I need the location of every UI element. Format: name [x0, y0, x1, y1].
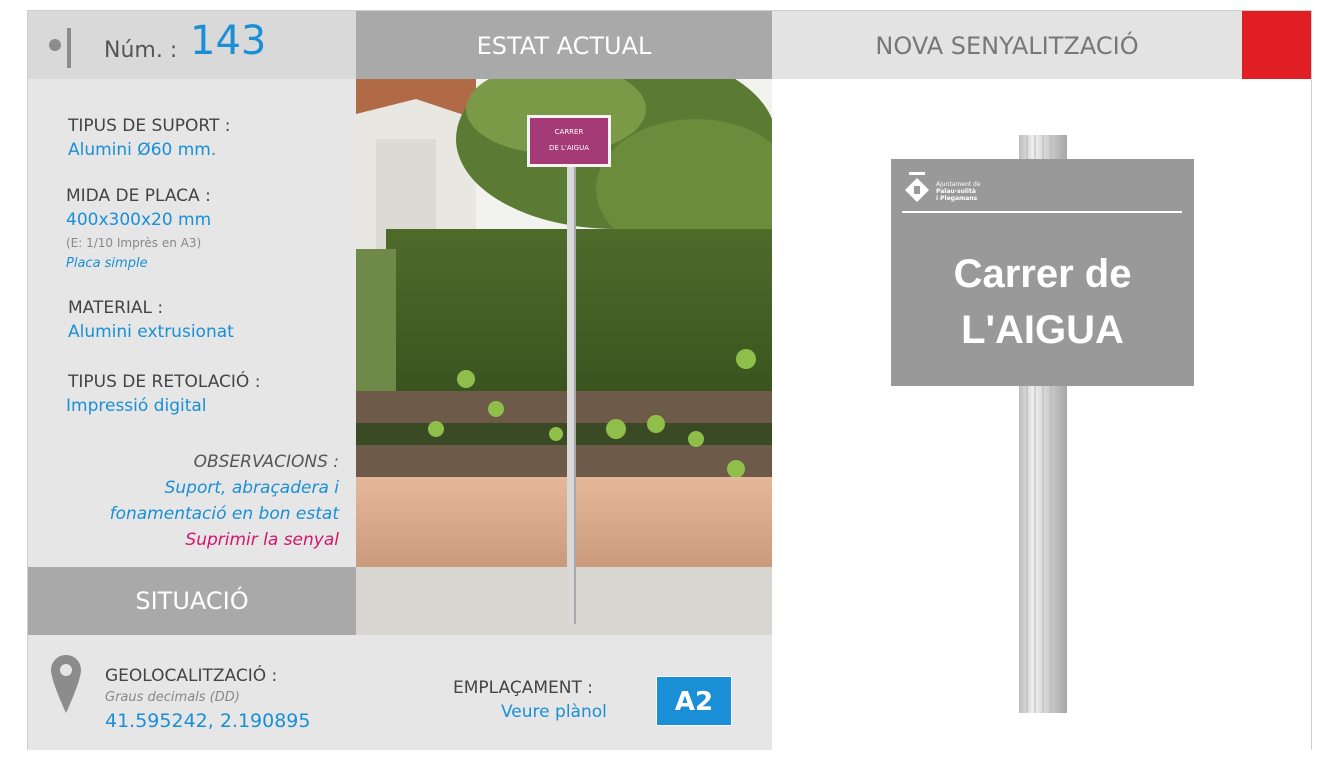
photo-sign-line2: DE L'AIGUA: [549, 144, 589, 152]
suport-label: TIPUS DE SUPORT :: [68, 116, 231, 136]
geolocalitzacio-value: 41.595242, 2.190895: [105, 710, 311, 732]
current-state-photo: CARRER DE L'AIGUA: [356, 79, 772, 635]
retolacio-value: Impressió digital: [66, 396, 207, 416]
photo-sign-line1: CARRER: [555, 128, 584, 136]
logo-line3: i Plegamans: [936, 195, 978, 202]
new-sign-line2: L'AIGUA: [961, 308, 1124, 352]
retolacio-label: TIPUS DE RETOLACIÓ :: [68, 372, 261, 392]
frame-right: [1311, 10, 1312, 750]
observacions-line2: fonamentació en bon estat: [109, 504, 339, 524]
municipal-logo-text: Ajuntament de Palau-solità i Plegamans: [936, 181, 981, 202]
header-accent-block: [1242, 11, 1311, 79]
bar-icon: [67, 28, 71, 68]
observacions-label: OBSERVACIONS :: [193, 452, 339, 472]
new-sign-line1: Carrer de: [953, 252, 1132, 296]
sign-divider: [902, 211, 1182, 213]
dot-icon: [49, 39, 61, 51]
emplacament-code-badge[interactable]: A2: [656, 676, 732, 726]
number-value: 143: [190, 18, 267, 64]
mida-tipus: Placa simple: [66, 256, 148, 271]
situacio-header: SITUACIÓ: [28, 567, 356, 635]
observacions-line3: Suprimir la senyal: [185, 530, 339, 550]
material-label: MATERIAL :: [68, 298, 164, 318]
mida-label: MIDA DE PLACA :: [66, 186, 211, 206]
photo-illustration: CARRER DE L'AIGUA: [356, 79, 772, 635]
mida-escala: (E: 1/10 Imprès en A3): [66, 236, 202, 250]
number-label: Núm. :: [104, 38, 178, 63]
logo-line2: Palau-solità: [936, 188, 976, 195]
veure-planol-link[interactable]: Veure plànol: [501, 702, 607, 722]
emplacament-label: EMPLAÇAMENT :: [453, 678, 593, 698]
geolocalitzacio-format: Graus decimals (DD): [105, 690, 240, 705]
header-estat-actual: ESTAT ACTUAL: [356, 11, 772, 79]
mida-value: 400x300x20 mm: [66, 210, 212, 230]
header-nova-senyalitzacio: NOVA SENYALITZACIÓ: [772, 11, 1242, 79]
location-pin-icon: [51, 655, 81, 713]
geolocalitzacio-label: GEOLOCALITZACIÓ :: [105, 666, 278, 686]
suport-value: Alumini Ø60 mm.: [68, 140, 217, 160]
municipal-logo-icon: [905, 172, 929, 202]
material-value: Alumini extrusionat: [68, 322, 234, 342]
observacions-line1: Suport, abraçadera i: [164, 478, 339, 498]
logo-line1: Ajuntament de: [936, 181, 981, 188]
